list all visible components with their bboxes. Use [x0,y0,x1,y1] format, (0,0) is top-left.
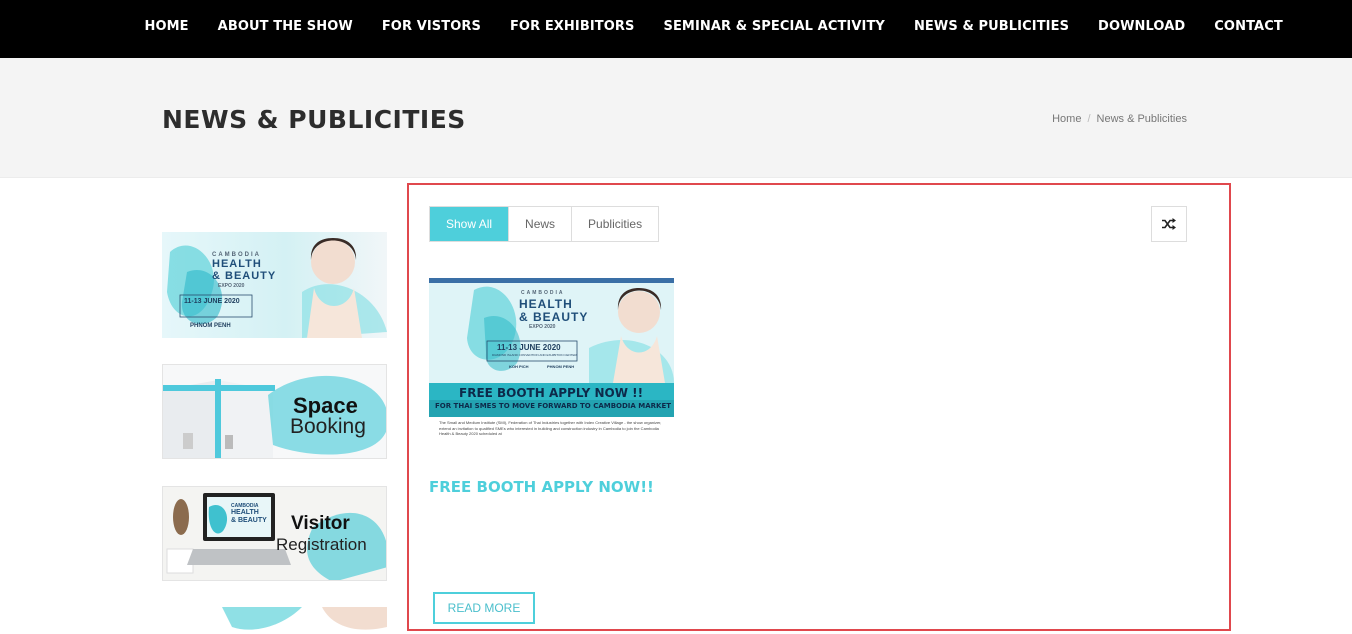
thumb-line: CAMBODIA [521,290,565,296]
thumb-headline: FREE BOOTH APPLY NOW !! [459,386,644,400]
banner-date: 11-13 JUNE 2020 [184,298,240,305]
breadcrumb: Home / News & Publicities [1052,113,1187,125]
top-navigation: HOME ABOUT THE SHOW FOR VISTORS FOR EXHI… [0,0,1352,58]
expo-banner[interactable]: CAMBODIA HEALTH & BEAUTY EXPO 2020 11-13… [162,232,387,338]
space-booking-banner[interactable]: Space Booking [162,364,387,459]
nav-item-about[interactable]: ABOUT THE SHOW [203,19,367,34]
shuffle-button[interactable] [1151,206,1187,242]
banner-subtitle: Registration [276,535,367,554]
nav-item-download[interactable]: DOWNLOAD [1084,19,1200,34]
news-thumbnail[interactable]: CAMBODIA HEALTH & BEAUTY EXPO 2020 11-13… [429,278,674,446]
screen-text: HEALTH [231,509,259,516]
read-more-button[interactable]: READ MORE [433,592,535,624]
nav-item-seminar[interactable]: SEMINAR & SPECIAL ACTIVITY [649,19,899,34]
thumb-body: The Small and Medium Institute (SMI), Fe… [439,420,662,436]
breadcrumb-separator: / [1087,113,1091,125]
banner-city: PHNOM PENH [190,323,231,329]
nav-item-exhibitors[interactable]: FOR EXHIBITORS [495,19,649,34]
banner-line: & BEAUTY [212,270,277,282]
thumb-date: 11-13 JUNE 2020 [497,343,561,352]
nav-item-contact[interactable]: CONTACT [1200,19,1298,34]
page-title: NEWS & PUBLICITIES [162,105,466,134]
breadcrumb-current: News & Publicities [1096,113,1187,125]
breadcrumb-home-link[interactable]: Home [1052,113,1081,125]
screen-text: & BEAUTY [231,517,267,524]
thumb-line: EXPO 2020 [529,324,556,330]
shuffle-icon [1162,218,1176,230]
filter-news[interactable]: News [508,207,571,241]
thumb-line: HEALTH [519,297,573,311]
thumb-koh: KOH PICH [509,364,529,369]
sidebar-banner-partial[interactable] [162,607,387,634]
nav-item-news[interactable]: NEWS & PUBLICITIES [899,19,1083,34]
filter-bar: Show All News Publicities [429,206,660,242]
visitor-registration-banner[interactable]: CAMBODIA HEALTH & BEAUTY Visitor Registr… [162,486,387,581]
banner-subtitle: Booking [290,415,366,438]
thumb-line: & BEAUTY [519,310,589,324]
banner-line: EXPO 2020 [218,283,245,289]
thumb-subline: FOR THAI SMES TO MOVE FORWARD TO CAMBODI… [435,402,672,410]
filter-publicities[interactable]: Publicities [571,207,658,241]
page-header: NEWS & PUBLICITIES Home / News & Publiciti… [0,58,1352,178]
news-portfolio-panel: Show All News Publicities CAMBODIA HEALT… [407,183,1231,631]
nav-menu: HOME ABOUT THE SHOW FOR VISTORS FOR EXHI… [130,0,1297,52]
banner-line: HEALTH [212,258,262,270]
news-title-link[interactable]: FREE BOOTH APPLY NOW!! [429,478,654,496]
partial-banner-art [222,607,387,630]
banner-title: Visitor [291,513,350,534]
thumb-city: PHNOM PENH [547,364,575,369]
laptop-illustration [163,487,386,580]
filter-show-all[interactable]: Show All [430,207,509,241]
thumb-venue: DIAMOND ISLAND CONVENTION AND EXHIBITION… [492,353,577,357]
nav-item-home[interactable]: HOME [130,19,203,34]
nav-item-visitors[interactable]: FOR VISTORS [367,19,495,34]
